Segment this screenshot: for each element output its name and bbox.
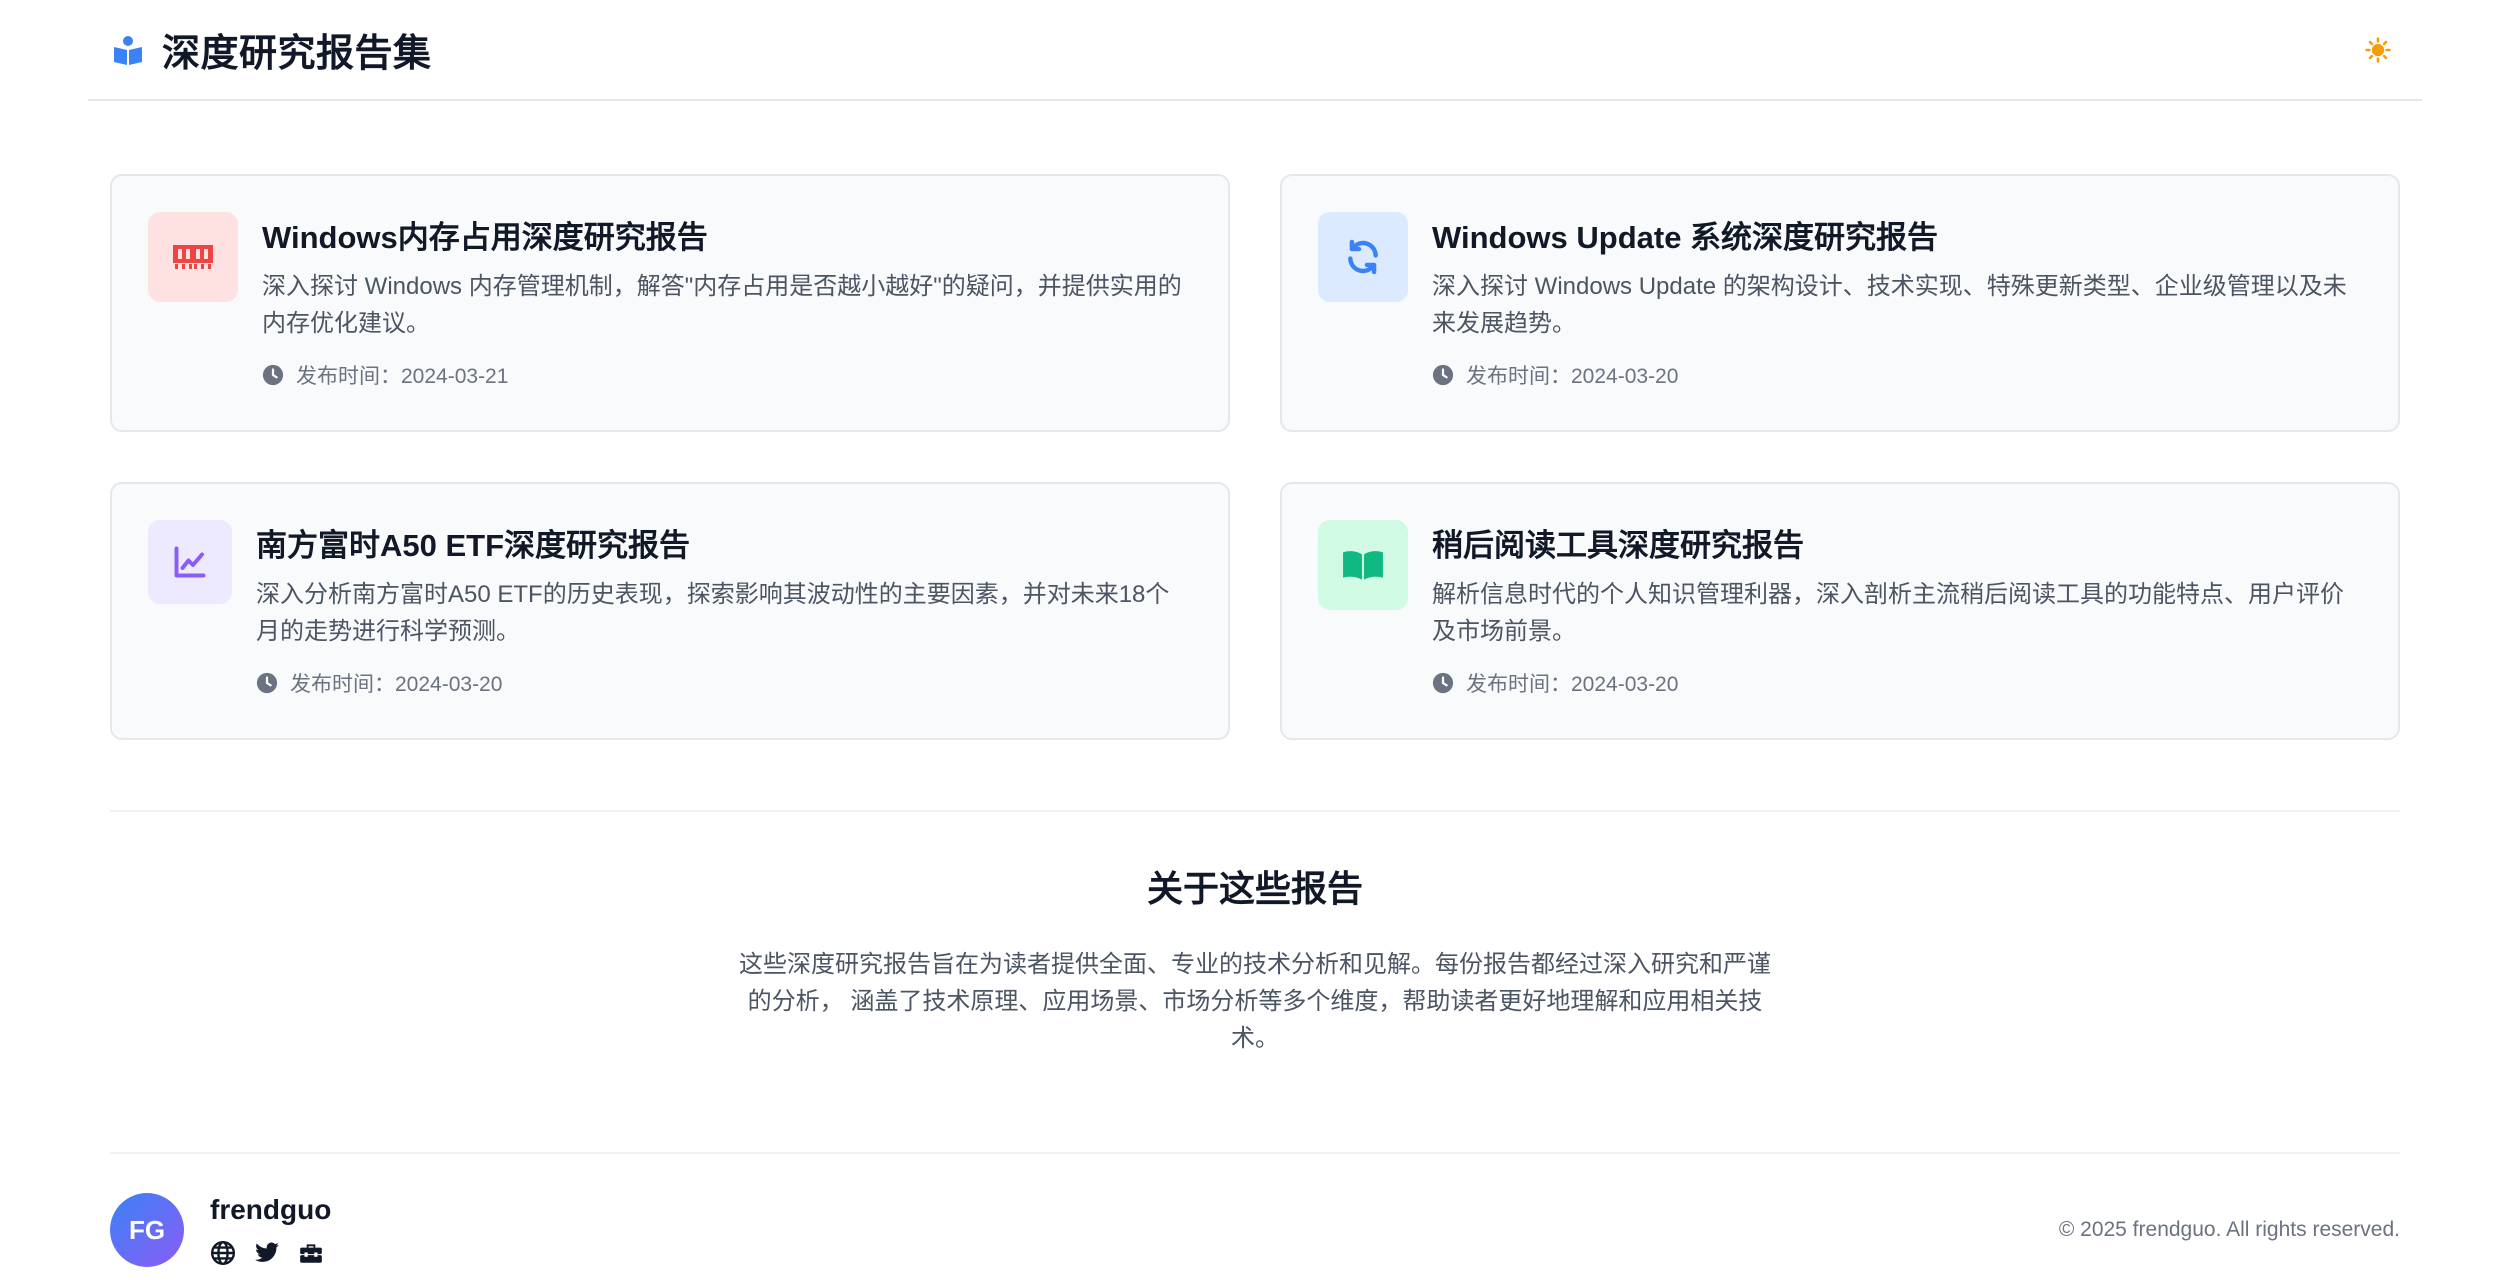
chart-line-icon — [172, 544, 208, 580]
report-description: 深入探讨 Windows 内存管理机制，解答"内存占用是否越小越好"的疑问，并提… — [262, 273, 1182, 337]
report-title: Windows内存占用深度研究报告 — [262, 220, 708, 255]
report-date: 发布时间：2024-03-20 — [1432, 360, 2362, 390]
report-date: 发布时间：2024-03-21 — [262, 360, 1192, 390]
report-card[interactable]: Windows内存占用深度研究报告 深入探讨 Windows 内存管理机制，解答… — [110, 174, 1230, 432]
report-card[interactable]: 南方富时A50 ETF深度研究报告 深入分析南方富时A50 ETF的历史表现，探… — [110, 482, 1230, 740]
social-links — [210, 1240, 331, 1266]
section-divider — [110, 810, 2400, 812]
report-title: Windows Update 系统深度研究报告 — [1432, 220, 1939, 255]
site-header: 深度研究报告集 — [88, 0, 2422, 101]
book-open-icon — [1342, 549, 1384, 581]
report-card[interactable]: 稍后阅读工具深度研究报告 解析信息时代的个人知识管理利器，深入剖析主流稍后阅读工… — [1280, 482, 2400, 740]
twitter-icon[interactable] — [254, 1240, 280, 1266]
about-text: 这些深度研究报告旨在为读者提供全面、专业的技术分析和见解。每份报告都经过深入研究… — [739, 951, 1771, 1052]
report-title: 稍后阅读工具深度研究报告 — [1432, 528, 1804, 563]
globe-icon[interactable] — [210, 1240, 236, 1266]
author-info: FG frendguo — [110, 1193, 331, 1267]
report-icon-tile — [148, 520, 232, 604]
report-description: 解析信息时代的个人知识管理利器，深入剖析主流稍后阅读工具的功能特点、用户评价及市… — [1432, 581, 2344, 645]
clock-icon — [1432, 364, 1454, 386]
report-icon-tile — [148, 212, 238, 302]
memory-icon — [173, 243, 213, 271]
report-card[interactable]: Windows Update 系统深度研究报告 深入探讨 Windows Upd… — [1280, 174, 2400, 432]
author-name[interactable]: frendguo — [210, 1194, 331, 1226]
about-section: 关于这些报告 这些深度研究报告旨在为读者提供全面、专业的技术分析和见解。每份报告… — [110, 860, 2400, 1057]
report-date: 发布时间：2024-03-20 — [1432, 668, 2362, 698]
book-reader-icon — [112, 34, 144, 66]
avatar[interactable]: FG — [110, 1193, 184, 1267]
theme-toggle-button[interactable] — [2358, 30, 2398, 70]
toolbox-icon[interactable] — [298, 1240, 324, 1266]
clock-icon — [262, 364, 284, 386]
clock-icon — [256, 672, 278, 694]
about-title: 关于这些报告 — [1146, 868, 1363, 909]
sync-icon — [1344, 238, 1382, 276]
report-date-text: 发布时间：2024-03-20 — [290, 673, 503, 696]
sun-icon — [2365, 36, 2391, 63]
report-date-text: 发布时间：2024-03-20 — [1466, 673, 1679, 696]
brand[interactable]: 深度研究报告集 — [112, 22, 432, 77]
footer-divider — [110, 1152, 2400, 1154]
report-title: 南方富时A50 ETF深度研究报告 — [256, 528, 691, 563]
report-date-text: 发布时间：2024-03-21 — [296, 365, 509, 388]
report-icon-tile — [1318, 212, 1408, 302]
report-description: 深入分析南方富时A50 ETF的历史表现，探索影响其波动性的主要因素，并对未来1… — [256, 581, 1170, 645]
report-date-text: 发布时间：2024-03-20 — [1466, 365, 1679, 388]
report-icon-tile — [1318, 520, 1408, 610]
site-title: 深度研究报告集 — [162, 33, 432, 75]
clock-icon — [1432, 672, 1454, 694]
report-grid: Windows内存占用深度研究报告 深入探讨 Windows 内存管理机制，解答… — [110, 174, 2400, 740]
copyright-text: © 2025 frendguo. All rights reserved. — [2058, 1218, 2400, 1241]
report-description: 深入探讨 Windows Update 的架构设计、技术实现、特殊更新类型、企业… — [1432, 273, 2347, 337]
report-date: 发布时间：2024-03-20 — [256, 668, 1192, 698]
site-footer: FG frendguo © 2025 frendguo. All rights … — [110, 1190, 2400, 1270]
